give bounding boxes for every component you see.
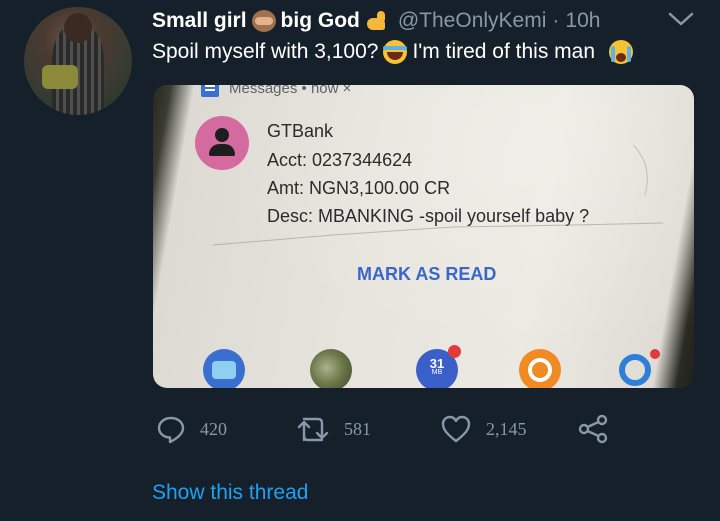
- flexed-biceps-icon: [365, 10, 387, 32]
- opera-badge: [650, 349, 660, 359]
- tweet-text-part2: I'm tired of this man: [412, 40, 596, 63]
- share-button[interactable]: [578, 414, 624, 444]
- retweet-count: 581: [344, 418, 371, 439]
- chevron-down-icon[interactable]: [668, 10, 694, 28]
- user-handle[interactable]: @TheOnlyKemi: [398, 9, 547, 33]
- tweet-actions: 420 581 2,145: [152, 414, 622, 448]
- face-with-tears-of-joy-icon: [383, 40, 408, 64]
- search-app-icon: [519, 349, 561, 388]
- retweet-icon: [297, 417, 329, 442]
- display-name-part1: Small girl: [152, 9, 247, 32]
- see-no-evil-monkey-icon: [251, 10, 276, 32]
- reply-button[interactable]: 420: [156, 414, 227, 444]
- avatar-bag: [42, 65, 78, 89]
- screen-crack: [212, 144, 664, 246]
- separator-dot: ·: [552, 9, 560, 32]
- avatar[interactable]: [24, 7, 132, 115]
- loudly-crying-face-icon: [609, 40, 634, 64]
- heart-icon: [441, 415, 471, 443]
- tweet-timestamp[interactable]: 10h: [565, 9, 600, 33]
- show-thread-link[interactable]: Show this thread: [152, 481, 308, 505]
- notification-badge: [448, 345, 461, 358]
- avatar-head: [64, 13, 92, 43]
- tweet-header: Small girl big God @TheOnlyKemi · 10h: [152, 6, 600, 36]
- tweet-photo[interactable]: Messages • now × GTBank Acct: 0237344624…: [153, 85, 694, 388]
- opera-browser-icon: [614, 349, 660, 388]
- calendar-sub: MB: [431, 369, 443, 376]
- like-button[interactable]: 2,145: [440, 414, 527, 444]
- retweet-button[interactable]: 581: [296, 414, 371, 444]
- share-icon: [578, 414, 608, 444]
- calendar-app-icon: 31 MB: [416, 345, 461, 388]
- reply-count: 420: [200, 418, 227, 439]
- gallery-app-icon: [310, 349, 352, 388]
- like-count: 2,145: [486, 418, 527, 439]
- display-name-part2: big God: [280, 9, 360, 32]
- tweet-text: Spoil myself with 3,100? I'm tired of th…: [152, 40, 638, 64]
- display-name[interactable]: Small girl big God: [152, 9, 392, 33]
- reply-icon: [157, 416, 185, 444]
- calculator-app-icon: [203, 349, 245, 388]
- tweet-text-part1: Spoil myself with 3,100?: [152, 40, 379, 63]
